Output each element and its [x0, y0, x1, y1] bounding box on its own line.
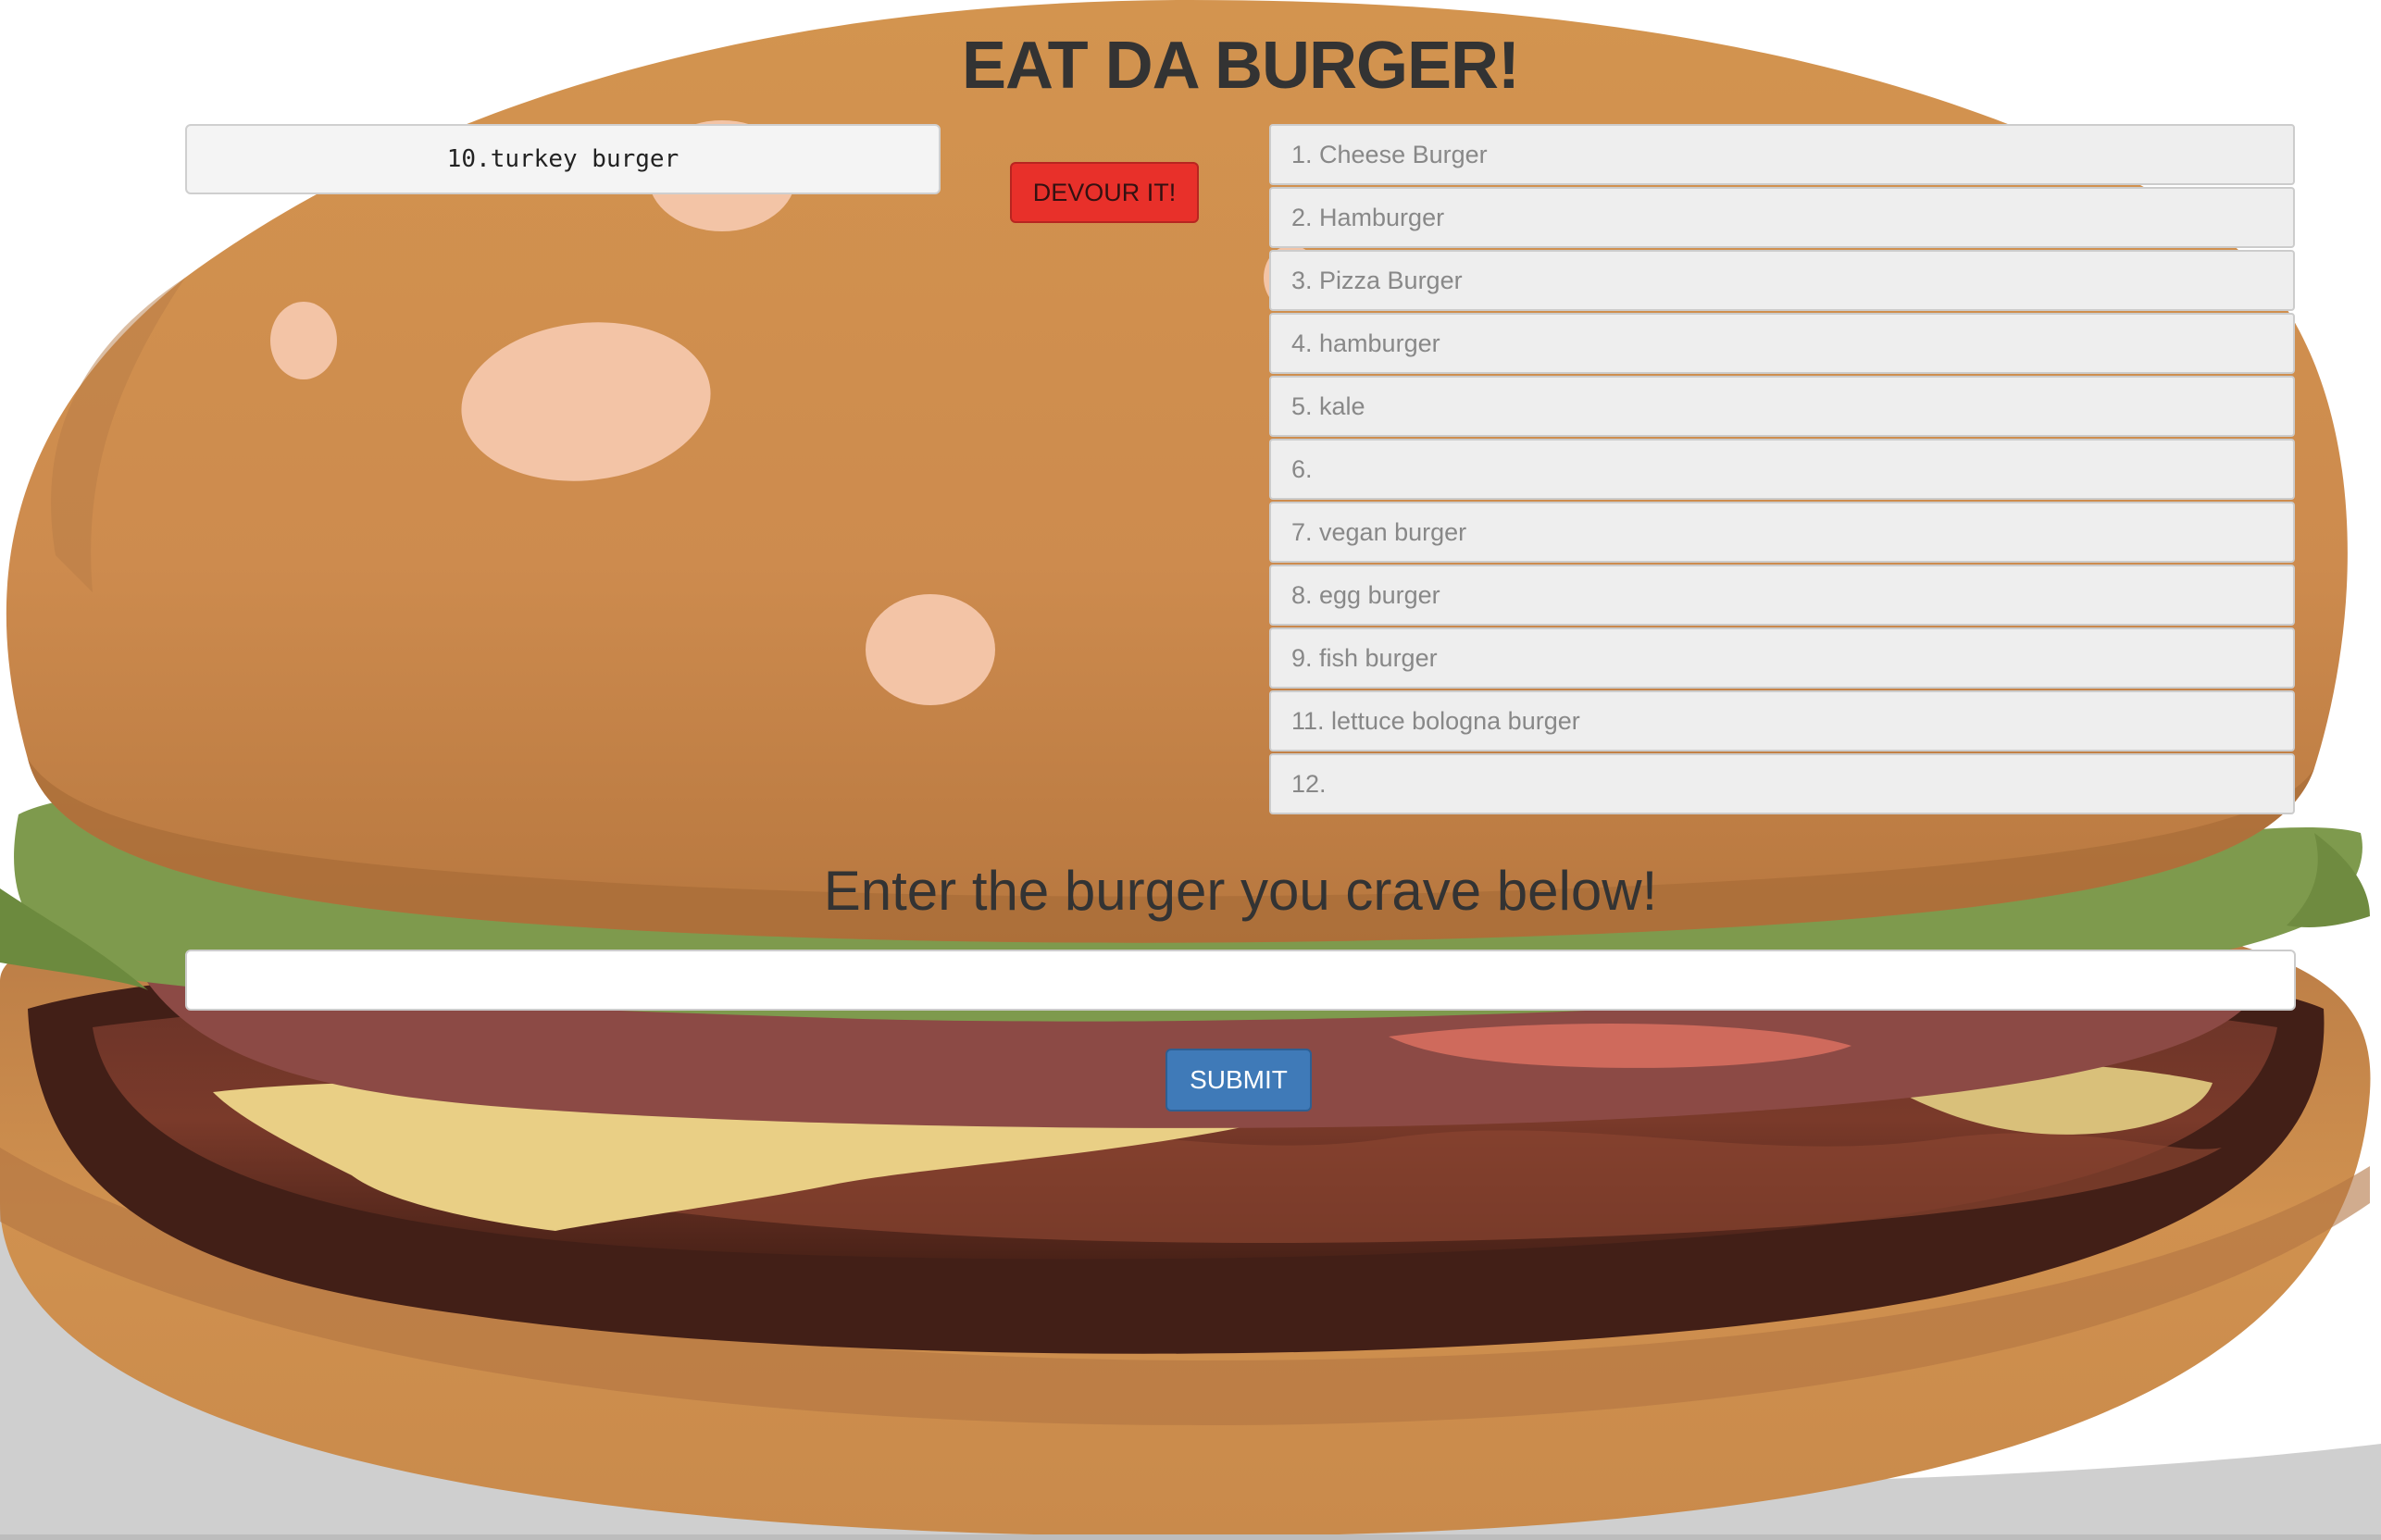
- divider: [0, 1534, 2381, 1540]
- page-title: EAT DA BURGER!: [962, 29, 1520, 103]
- list-item[interactable]: 6.: [1269, 439, 2295, 500]
- list-item[interactable]: 5. kale: [1269, 376, 2295, 437]
- crave-heading: Enter the burger you crave below!: [823, 860, 1658, 922]
- devour-it-button[interactable]: DEVOUR IT!: [1010, 162, 1199, 223]
- burger-list: 1. Cheese Burger 2. Hamburger 3. Pizza B…: [1269, 124, 2295, 816]
- page: EAT DA BURGER! 10.turkey burger DEVOUR I…: [0, 0, 2381, 1540]
- list-item[interactable]: 1. Cheese Burger: [1269, 124, 2295, 185]
- list-item[interactable]: 3. Pizza Burger: [1269, 250, 2295, 311]
- submit-button[interactable]: SUBMIT: [1166, 1049, 1312, 1112]
- list-item[interactable]: 2. Hamburger: [1269, 187, 2295, 248]
- list-item[interactable]: 4. hamburger: [1269, 313, 2295, 374]
- burger-name-input[interactable]: [185, 950, 2296, 1011]
- list-item[interactable]: 12.: [1269, 753, 2295, 814]
- list-item[interactable]: 8. egg burger: [1269, 565, 2295, 626]
- list-item[interactable]: 9. fish burger: [1269, 627, 2295, 689]
- list-item[interactable]: 11. lettuce bologna burger: [1269, 690, 2295, 751]
- list-item[interactable]: 7. vegan burger: [1269, 502, 2295, 563]
- devoured-burger-display: 10.turkey burger: [185, 124, 941, 194]
